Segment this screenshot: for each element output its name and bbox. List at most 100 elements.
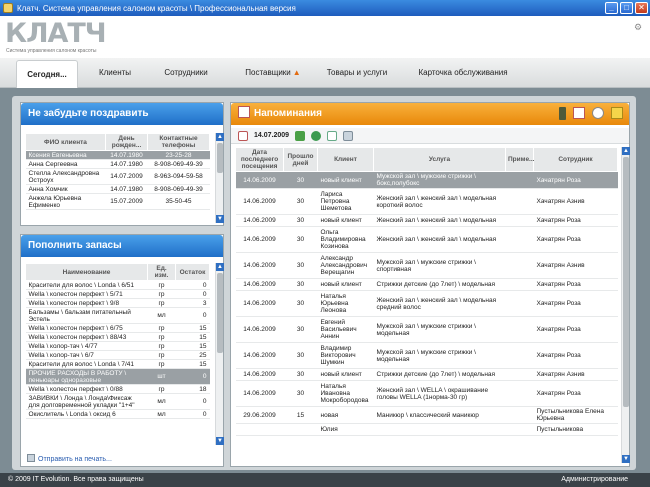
table-row[interactable]: 14.06.2009 30 Лариса Петровна Шеметова Женс… — [235, 188, 618, 215]
table-row[interactable]: Wella \ колестон перфект \ 5/71 гр 0 — [25, 289, 210, 299]
table-row[interactable]: 14.06.2009 30 Александр Александрович Вере… — [235, 252, 618, 279]
table-cell: 15 — [283, 406, 318, 424]
minimize-button[interactable]: _ — [605, 2, 618, 14]
settings-icon[interactable]: ⚙ — [634, 22, 644, 32]
table-cell — [505, 368, 534, 381]
scroll-thumb[interactable] — [623, 157, 629, 407]
scroll-thumb[interactable] — [217, 143, 223, 173]
tab-service-card[interactable]: Карточка обслуживания — [410, 58, 516, 88]
table-row[interactable]: 14.06.2009 30 Владимир Викторович Шумкин Му… — [235, 342, 618, 369]
table-row[interactable]: Wella \ колестон перфект \ 0/88 гр 18 — [25, 384, 210, 394]
printer-icon[interactable] — [343, 130, 354, 141]
table-row[interactable]: Окислитель \ Londa \ оксид 6 мл 0 — [25, 409, 210, 419]
check-icon[interactable] — [311, 130, 322, 141]
table-row[interactable]: ЗАВИВКИ \ Лонда \ Лонда\Фиксаж для долго… — [25, 393, 210, 410]
stock-scrollbar[interactable]: ▲ ▼ — [215, 263, 224, 445]
column-header[interactable]: Остаток — [175, 263, 210, 281]
table-cell — [505, 278, 534, 291]
table-row[interactable]: Стелла Александровна Остроух 14.07.2009 8-… — [25, 168, 210, 185]
edit-icon[interactable] — [327, 130, 338, 141]
table-cell: 30 — [283, 252, 318, 279]
column-header[interactable]: Приме... — [505, 147, 534, 172]
table-row[interactable]: 14.06.2009 30 Наталья Ивановна Мокробородо… — [235, 380, 618, 407]
column-header[interactable]: Контактные телефоны — [147, 133, 210, 151]
table-cell: новый клиент — [317, 278, 374, 291]
table-cell — [505, 316, 534, 343]
maximize-button[interactable]: □ — [620, 2, 633, 14]
column-header[interactable]: День рожден... — [105, 133, 148, 151]
table-row[interactable]: Wella \ колестон перфект \ 6/75 гр 15 — [25, 323, 210, 333]
calendar-icon[interactable] — [573, 107, 585, 119]
table-row[interactable]: Wella \ колестон перфект \ 88/43 гр 15 — [25, 332, 210, 342]
copyright-text: © 2009 IT Evolution. Все права защищены — [8, 476, 144, 483]
table-row[interactable]: Бальзамы \ бальзам питательный Эстель мл 0 — [25, 307, 210, 324]
reminders-scrollbar[interactable]: ▲ ▼ — [621, 147, 630, 463]
table-row[interactable]: 14.06.2009 30 новый клиент Мужской зал \ му… — [235, 171, 618, 189]
scroll-up-icon[interactable]: ▲ — [216, 133, 224, 141]
table-row[interactable]: Анжела Юрьевна Ефименко 15.07.2009 35-50-4… — [25, 193, 210, 210]
table-cell: мл — [147, 307, 176, 324]
printer-icon — [27, 454, 35, 462]
column-header[interactable]: Ед. изм. — [147, 263, 176, 281]
table-cell: Хачатрян Роза — [533, 316, 618, 343]
table-row[interactable]: Красители для волос \ Londa \ 6/51 гр 0 — [25, 280, 210, 290]
column-header[interactable]: Прошло дней — [283, 147, 318, 172]
scroll-thumb[interactable] — [217, 273, 223, 353]
table-row[interactable]: 14.06.2009 30 новый клиент Стрижки детские … — [235, 368, 618, 381]
table-row[interactable]: Юлия Пустыльникова — [235, 423, 618, 436]
table-cell: Евгений Васильевич Аннин — [317, 316, 374, 343]
scroll-up-icon[interactable]: ▲ — [216, 263, 224, 271]
notes-icon[interactable] — [611, 107, 623, 119]
column-header[interactable]: Наименование — [25, 263, 148, 281]
column-header[interactable]: ФИО клиента — [25, 133, 106, 151]
print-link[interactable]: Отправить на печать... — [27, 454, 112, 463]
tab-clients[interactable]: Клиенты — [90, 58, 140, 88]
table-cell: 25 — [175, 350, 210, 360]
scroll-down-icon[interactable]: ▼ — [216, 215, 224, 223]
tab-goods-services[interactable]: Товары и услуги — [318, 58, 396, 88]
column-header[interactable]: Клиент — [317, 147, 374, 172]
table-row[interactable]: Ксения Евгеньевна 14.07.1980 23-25-28 — [25, 150, 210, 160]
column-header[interactable]: Дата последнего посещения — [235, 147, 284, 172]
table-cell: 14.06.2009 — [235, 290, 284, 317]
table-row[interactable]: 14.06.2009 30 Ольга Владимировна Козинова Ж… — [235, 226, 618, 253]
table-row[interactable]: 29.06.2009 15 новая Маникюр \ классический … — [235, 406, 618, 424]
table-row[interactable]: Wella \ колор-тач \ 4/77 гр 15 — [25, 341, 210, 351]
table-cell: 14.07.1980 — [105, 184, 148, 194]
calendar-icon — [238, 106, 250, 118]
table-cell: 14.06.2009 — [235, 342, 284, 369]
scroll-down-icon[interactable]: ▼ — [216, 437, 224, 445]
table-row[interactable]: Анна Хомчик 14.07.1980 8-908-069-49-39 — [25, 184, 210, 194]
scroll-down-icon[interactable]: ▼ — [622, 455, 630, 463]
reminders-table: Дата последнего посещения Прошло дней Кл… — [235, 147, 618, 436]
clock-icon[interactable] — [592, 107, 604, 119]
table-cell: 30 — [283, 290, 318, 317]
birthdays-scrollbar[interactable]: ▲ ▼ — [215, 133, 224, 223]
scroll-up-icon[interactable]: ▲ — [622, 147, 630, 155]
tab-today[interactable]: Сегодня... — [16, 60, 78, 89]
table-row[interactable]: Wella \ колор-тач \ 6/7 гр 25 — [25, 350, 210, 360]
add-client-icon[interactable] — [295, 130, 306, 141]
tab-suppliers[interactable]: Поставщики ▲ — [238, 58, 308, 88]
table-row[interactable]: Красители для волос \ Londa \ 7/41 гр 15 — [25, 359, 210, 369]
table-row[interactable]: 14.06.2009 30 Евгений Васильевич Аннин Мужс… — [235, 316, 618, 343]
table-cell: шт — [147, 368, 176, 385]
table-cell — [283, 423, 318, 436]
reminders-title: Напоминания — [231, 103, 629, 125]
column-header[interactable]: Услуга — [373, 147, 506, 172]
table-row[interactable]: Wella \ колестон перфект \ 9/8 гр 3 — [25, 298, 210, 308]
table-row[interactable]: ПРОЧИЕ РАСХОДЫ В РАБОТУ \ пеньюары однор… — [25, 368, 210, 385]
phone-icon[interactable] — [559, 107, 566, 120]
table-cell: гр — [147, 298, 176, 308]
reminders-date[interactable]: 14.07.2009 — [254, 132, 289, 139]
table-row[interactable]: 14.06.2009 30 новый клиент Стрижки детские … — [235, 278, 618, 291]
table-row[interactable]: Анна Сергеевна 14.07.1980 8-908-069-49-39 — [25, 159, 210, 169]
tab-employees[interactable]: Сотрудники — [156, 58, 216, 88]
calendar-icon[interactable] — [238, 130, 248, 141]
column-header[interactable]: Сотрудник — [533, 147, 618, 172]
table-cell: Wella \ колор-тач \ 4/77 — [25, 341, 148, 351]
table-row[interactable]: 14.06.2009 30 новый клиент Женский зал \ же… — [235, 214, 618, 227]
table-cell: ЗАВИВКИ \ Лонда \ Лонда\Фиксаж для долго… — [25, 393, 148, 410]
close-button[interactable]: ✕ — [635, 2, 648, 14]
table-row[interactable]: 14.06.2009 30 Наталья Юрьевна Леонова Женск… — [235, 290, 618, 317]
